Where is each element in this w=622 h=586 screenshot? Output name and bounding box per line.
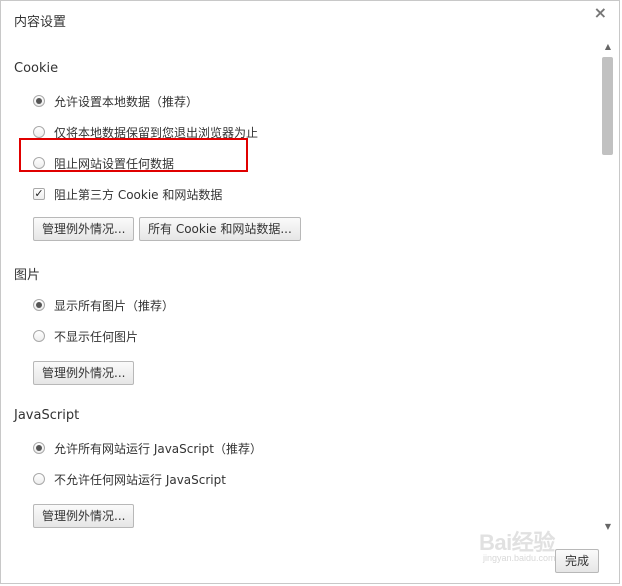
scroll-up-icon[interactable]: ▲ [600, 41, 616, 53]
radio-block-javascript[interactable] [33, 473, 45, 485]
images-option-label: 显示所有图片（推荐） [54, 298, 175, 313]
cookie-option-allow[interactable]: 允许设置本地数据（推荐） [33, 92, 198, 110]
block-third-party-cookies[interactable]: ✓ 阻止第三方 Cookie 和网站数据 [33, 185, 222, 203]
baidu-watermark-url: jingyan.baidu.com [483, 553, 556, 563]
radio-hide-images[interactable] [33, 330, 45, 342]
images-option-show-all[interactable]: 显示所有图片（推荐） [33, 296, 174, 314]
scroll-down-icon[interactable]: ▼ [600, 521, 616, 533]
cookie-section-title: Cookie [14, 61, 59, 76]
javascript-option-label: 允许所有网站运行 JavaScript（推荐） [54, 441, 262, 456]
radio-session-only[interactable] [33, 126, 45, 138]
close-icon[interactable]: × [594, 5, 607, 21]
radio-allow-javascript[interactable] [33, 442, 45, 454]
images-manage-exceptions-button[interactable]: 管理例外情况... [33, 361, 135, 385]
done-button[interactable]: 完成 [555, 549, 599, 573]
javascript-manage-exceptions-button[interactable]: 管理例外情况... [33, 504, 135, 528]
checkbox-block-third-party[interactable]: ✓ [33, 188, 45, 200]
javascript-option-label: 不允许任何网站运行 JavaScript [54, 472, 226, 487]
images-option-hide-all[interactable]: 不显示任何图片 [33, 327, 138, 345]
cookie-manage-exceptions-button[interactable]: 管理例外情况... [33, 217, 135, 241]
javascript-option-allow[interactable]: 允许所有网站运行 JavaScript（推荐） [33, 439, 262, 457]
images-section-title: 图片 [14, 268, 41, 283]
javascript-option-block[interactable]: 不允许任何网站运行 JavaScript [33, 470, 226, 488]
content-settings-dialog: 内容设置 × Cookie 允许设置本地数据（推荐） 仅将本地数据保留到您退出浏… [0, 0, 620, 584]
red-highlight-box [19, 138, 248, 172]
images-option-label: 不显示任何图片 [54, 329, 139, 344]
radio-show-images[interactable] [33, 299, 45, 311]
all-cookies-button[interactable]: 所有 Cookie 和网站数据... [139, 217, 301, 241]
dialog-title: 内容设置 [14, 15, 67, 30]
settings-content[interactable]: Cookie 允许设置本地数据（推荐） 仅将本地数据保留到您退出浏览器为止 阻止… [1, 41, 599, 533]
cookie-option-label: 允许设置本地数据（推荐） [54, 94, 199, 109]
scrollbar-thumb[interactable] [602, 57, 613, 155]
radio-allow-local-data[interactable] [33, 95, 45, 107]
checkbox-label: 阻止第三方 Cookie 和网站数据 [54, 187, 223, 202]
vertical-scrollbar[interactable]: ▲ ▼ [600, 41, 616, 533]
javascript-section-title: JavaScript [14, 408, 80, 423]
